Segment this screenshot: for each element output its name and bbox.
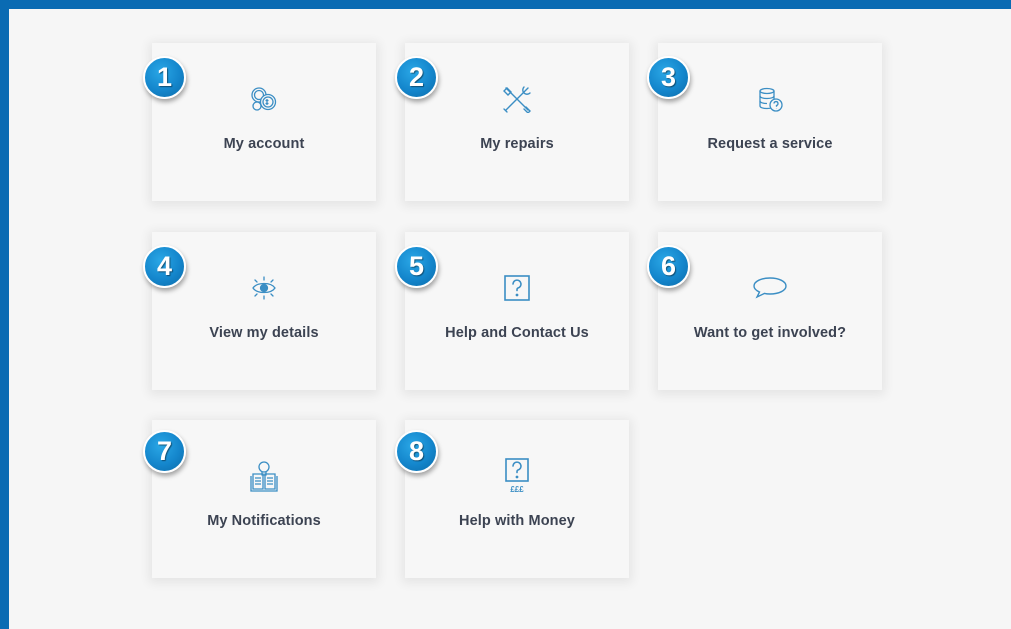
tile-request-a-service[interactable]: Request a service [658, 43, 882, 201]
question-box-icon [405, 272, 629, 304]
speech-bubble-icon [658, 272, 882, 304]
tile-label: Help and Contact Us [445, 325, 589, 341]
coin-stack-question-icon [658, 83, 882, 115]
tile-help-and-contact-us[interactable]: Help and Contact Us [405, 232, 629, 390]
step-number-badge: 1 [143, 56, 186, 99]
step-number-badge: 7 [143, 430, 186, 473]
tile-label: My repairs [480, 136, 554, 152]
step-number-badge: 6 [647, 245, 690, 288]
tile-label: View my details [209, 325, 319, 341]
tile-my-repairs[interactable]: My repairs [405, 43, 629, 201]
svg-text:£££: £££ [510, 485, 524, 494]
tile-label: Want to get involved? [693, 325, 847, 341]
tile-want-to-get-involved[interactable]: Want to get involved? [658, 232, 882, 390]
tile-my-notifications[interactable]: My Notifications [152, 420, 376, 578]
step-number-badge: 8 [395, 430, 438, 473]
tile-label: Request a service [707, 136, 833, 152]
tile-label: My Notifications [207, 513, 321, 529]
eye-icon [152, 272, 376, 304]
notebook-lightbulb-icon [152, 460, 376, 492]
step-number-badge: 2 [395, 56, 438, 99]
tile-help-with-money[interactable]: £££ Help with Money [405, 420, 629, 578]
tools-icon [405, 83, 629, 115]
step-number-badge: 4 [143, 245, 186, 288]
coins-icon [152, 83, 376, 115]
tile-label: Help with Money [459, 513, 575, 529]
question-money-icon: £££ [405, 458, 629, 494]
tile-my-account[interactable]: My account [152, 43, 376, 201]
step-number-badge: 3 [647, 56, 690, 99]
tile-label: My account [223, 136, 305, 152]
step-number-badge: 5 [395, 245, 438, 288]
tile-view-my-details[interactable]: View my details [152, 232, 376, 390]
